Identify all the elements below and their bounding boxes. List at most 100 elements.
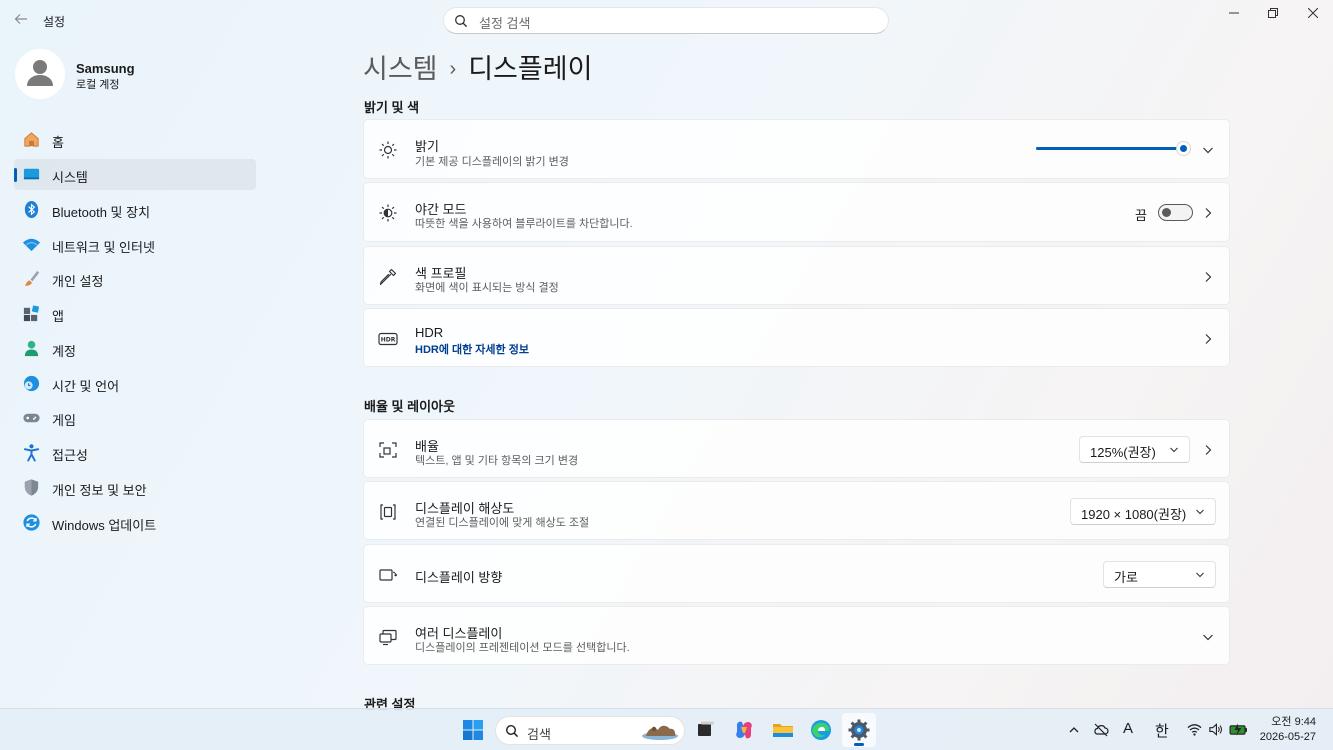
chevron-up-icon[interactable] (1068, 724, 1080, 736)
chevron-right-icon[interactable] (1201, 206, 1215, 220)
bluetooth-icon (24, 200, 39, 219)
close-button[interactable] (1295, 4, 1331, 24)
volume-icon[interactable] (1208, 722, 1223, 737)
section-title-brightness-color: 밝기 및 색 (364, 100, 420, 115)
breadcrumb-separator: › (449, 58, 457, 80)
network-icon (22, 238, 41, 252)
accessibility-icon (23, 444, 40, 462)
chevron-down-icon (1170, 447, 1178, 453)
chevron-down-icon (1196, 509, 1204, 515)
sidebar-item-apps[interactable]: 앱 (14, 298, 256, 329)
color-profile-card[interactable]: 색 프로필 화면에 색이 표시되는 방식 결정 (363, 246, 1230, 305)
copilot-icon[interactable] (732, 718, 756, 742)
taskbar-clock[interactable]: 오전 9:44 2026-05-27 (1260, 715, 1316, 745)
start-icon[interactable] (461, 718, 485, 742)
chevron-right-icon[interactable] (1201, 443, 1215, 457)
breadcrumb-parent[interactable]: 시스템 (363, 54, 438, 84)
sidebar-item-home[interactable]: 홈 (14, 124, 256, 155)
edge-icon[interactable] (809, 718, 833, 742)
orientation-dropdown[interactable]: 가로 (1103, 561, 1216, 588)
night-light-toggle[interactable] (1158, 204, 1193, 221)
search-icon (505, 724, 519, 738)
cloud-offline-icon[interactable] (1093, 722, 1109, 738)
scale-dropdown[interactable]: 125%(권장) (1079, 436, 1190, 463)
chevron-right-icon[interactable] (1201, 332, 1215, 346)
sidebar-item-personalization[interactable]: 개인 설정 (14, 263, 256, 294)
search-input[interactable]: 설정 검색 (443, 7, 889, 34)
battery-charging-icon[interactable] (1229, 722, 1248, 737)
page-title: 디스플레이 (468, 54, 593, 84)
svg-text:HDR: HDR (381, 337, 396, 344)
sidebar-item-accessibility[interactable]: 접근성 (14, 437, 256, 468)
hdr-card[interactable]: HDR HDR HDR에 대한 자세한 정보 (363, 308, 1230, 367)
resolution-dropdown[interactable]: 1920 × 1080(권장) (1070, 498, 1216, 525)
chevron-down-icon[interactable] (1201, 143, 1215, 157)
multiple-displays-icon (379, 629, 397, 646)
search-placeholder: 설정 검색 (479, 16, 531, 31)
chevron-right-icon[interactable] (1201, 270, 1215, 284)
account-icon (24, 340, 39, 357)
night-light-card[interactable]: 야간 모드 따뜻한 색을 사용하여 블루라이트를 차단합니다. 끔 (363, 182, 1230, 242)
night-light-icon (379, 204, 397, 222)
color-profile-subtitle: 화면에 색이 표시되는 방식 결정 (415, 282, 559, 294)
clock-date: 2026-05-27 (1259, 731, 1316, 743)
scale-card[interactable]: 배율 텍스트, 앱 및 기타 항목의 크기 변경 125%(권장) (363, 419, 1230, 478)
minimize-button[interactable] (1216, 4, 1252, 24)
settings-taskbar-button[interactable] (842, 713, 876, 747)
sidebar-item-time-language[interactable]: 시간 및 언어 (14, 368, 256, 399)
hdr-title: HDR (415, 325, 444, 340)
system-icon (23, 168, 40, 180)
wifi-icon[interactable] (1187, 722, 1202, 737)
sidebar-item-system[interactable]: 시스템 (14, 159, 256, 190)
sidebar-item-gaming[interactable]: 게임 (14, 402, 256, 433)
title-bar: 설정 설정 검색 (0, 0, 1333, 40)
resolution-subtitle: 연결된 디스플레이에 맞게 해상도 조절 (415, 517, 590, 529)
hdr-learn-more-link[interactable]: HDR에 대한 자세한 정보 (415, 341, 529, 357)
orientation-value: 가로 (1114, 570, 1138, 585)
file-explorer-icon[interactable] (771, 718, 795, 742)
avatar[interactable] (15, 49, 65, 99)
restore-button[interactable] (1255, 4, 1291, 24)
brightness-slider-thumb[interactable] (1176, 141, 1191, 156)
chevron-down-icon[interactable] (1201, 630, 1215, 644)
chevron-down-icon (1196, 572, 1204, 578)
user-icon (27, 60, 53, 86)
sidebar-item-network[interactable]: 네트워크 및 인터넷 (14, 229, 256, 260)
sidebar-item-privacy[interactable]: 개인 정보 및 보안 (14, 472, 256, 503)
sidebar-item-accounts[interactable]: 계정 (14, 333, 256, 364)
restore-icon (1268, 8, 1278, 18)
profile-name: Samsung (76, 61, 135, 76)
hdr-icon: HDR (378, 332, 398, 346)
active-indicator (14, 168, 17, 182)
sun-icon (379, 141, 397, 159)
app-title: 설정 (43, 15, 66, 29)
settings-gear-icon (848, 719, 870, 741)
multiple-displays-subtitle: 디스플레이의 프레젠테이션 모드를 선택합니다. (415, 642, 630, 654)
active-app-indicator (854, 743, 864, 746)
orientation-card[interactable]: 디스플레이 방향 가로 (363, 544, 1230, 603)
night-light-subtitle: 따뜻한 색을 사용하여 블루라이트를 차단합니다. (415, 218, 633, 230)
search-highlight-icon (642, 725, 678, 740)
back-button[interactable] (12, 12, 30, 30)
ime-language-indicator[interactable]: 한 (1155, 720, 1169, 741)
night-light-state: 끔 (1135, 208, 1147, 223)
back-arrow-icon (14, 14, 27, 24)
scale-value: 125%(권장) (1090, 445, 1156, 460)
resolution-card[interactable]: 디스플레이 해상도 연결된 디스플레이에 맞게 해상도 조절 1920 × 10… (363, 481, 1230, 540)
multiple-displays-card[interactable]: 여러 디스플레이 디스플레이의 프레젠테이션 모드를 선택합니다. (363, 606, 1230, 665)
sidebar-item-windows-update[interactable]: Windows 업데이트 (14, 507, 256, 538)
ime-mode-indicator[interactable]: A (1123, 720, 1133, 737)
taskbar-search-label: 검색 (527, 727, 551, 742)
taskbar-search[interactable]: 검색 (495, 716, 685, 745)
sidebar-item-bluetooth[interactable]: Bluetooth 및 장치 (14, 194, 256, 225)
update-icon (23, 514, 40, 531)
brightness-subtitle: 기본 제공 디스플레이의 밝기 변경 (415, 156, 569, 168)
clock-time: 오전 9:44 (1271, 716, 1316, 728)
resolution-icon (380, 504, 396, 520)
orientation-icon (379, 569, 398, 581)
scale-subtitle: 텍스트, 앱 및 기타 항목의 크기 변경 (415, 455, 579, 467)
task-view-icon[interactable] (693, 718, 717, 742)
gaming-icon (23, 413, 40, 423)
close-icon (1307, 7, 1319, 19)
scale-icon (379, 442, 397, 458)
